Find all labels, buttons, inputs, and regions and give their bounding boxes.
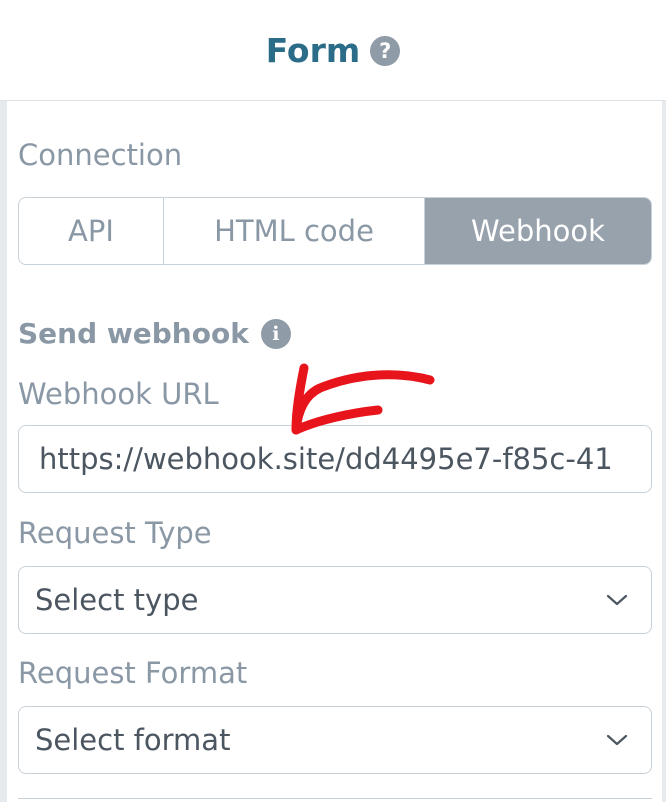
webhook-url-field[interactable]: https://webhook.site/dd4495e7-f85c-41: [18, 425, 652, 493]
request-format-label: Request Format: [18, 656, 248, 690]
connection-label: Connection: [18, 138, 183, 172]
panel-header: Form ?: [0, 0, 666, 100]
tab-html-code[interactable]: HTML code: [164, 198, 425, 264]
connection-segmented-control: API HTML code Webhook: [18, 197, 652, 265]
tab-api[interactable]: API: [19, 198, 164, 264]
webhook-url-value: https://webhook.site/dd4495e7-f85c-41: [39, 442, 613, 476]
info-icon[interactable]: i: [260, 318, 291, 349]
webhook-url-label: Webhook URL: [18, 377, 219, 411]
panel-title: Form: [265, 30, 361, 70]
tab-webhook[interactable]: Webhook: [425, 198, 651, 264]
request-type-label: Request Type: [18, 516, 212, 550]
chevron-down-icon: [597, 580, 637, 620]
send-webhook-label: Send webhook: [18, 317, 249, 350]
request-type-value: Select type: [35, 583, 199, 617]
request-format-value: Select format: [35, 723, 231, 757]
request-type-select[interactable]: Select type: [18, 566, 652, 634]
help-icon[interactable]: ?: [370, 36, 401, 66]
chevron-down-icon: [597, 720, 637, 760]
next-field-edge: [18, 798, 652, 803]
send-webhook-heading: Send webhook i: [18, 317, 291, 350]
request-format-select[interactable]: Select format: [18, 706, 652, 774]
